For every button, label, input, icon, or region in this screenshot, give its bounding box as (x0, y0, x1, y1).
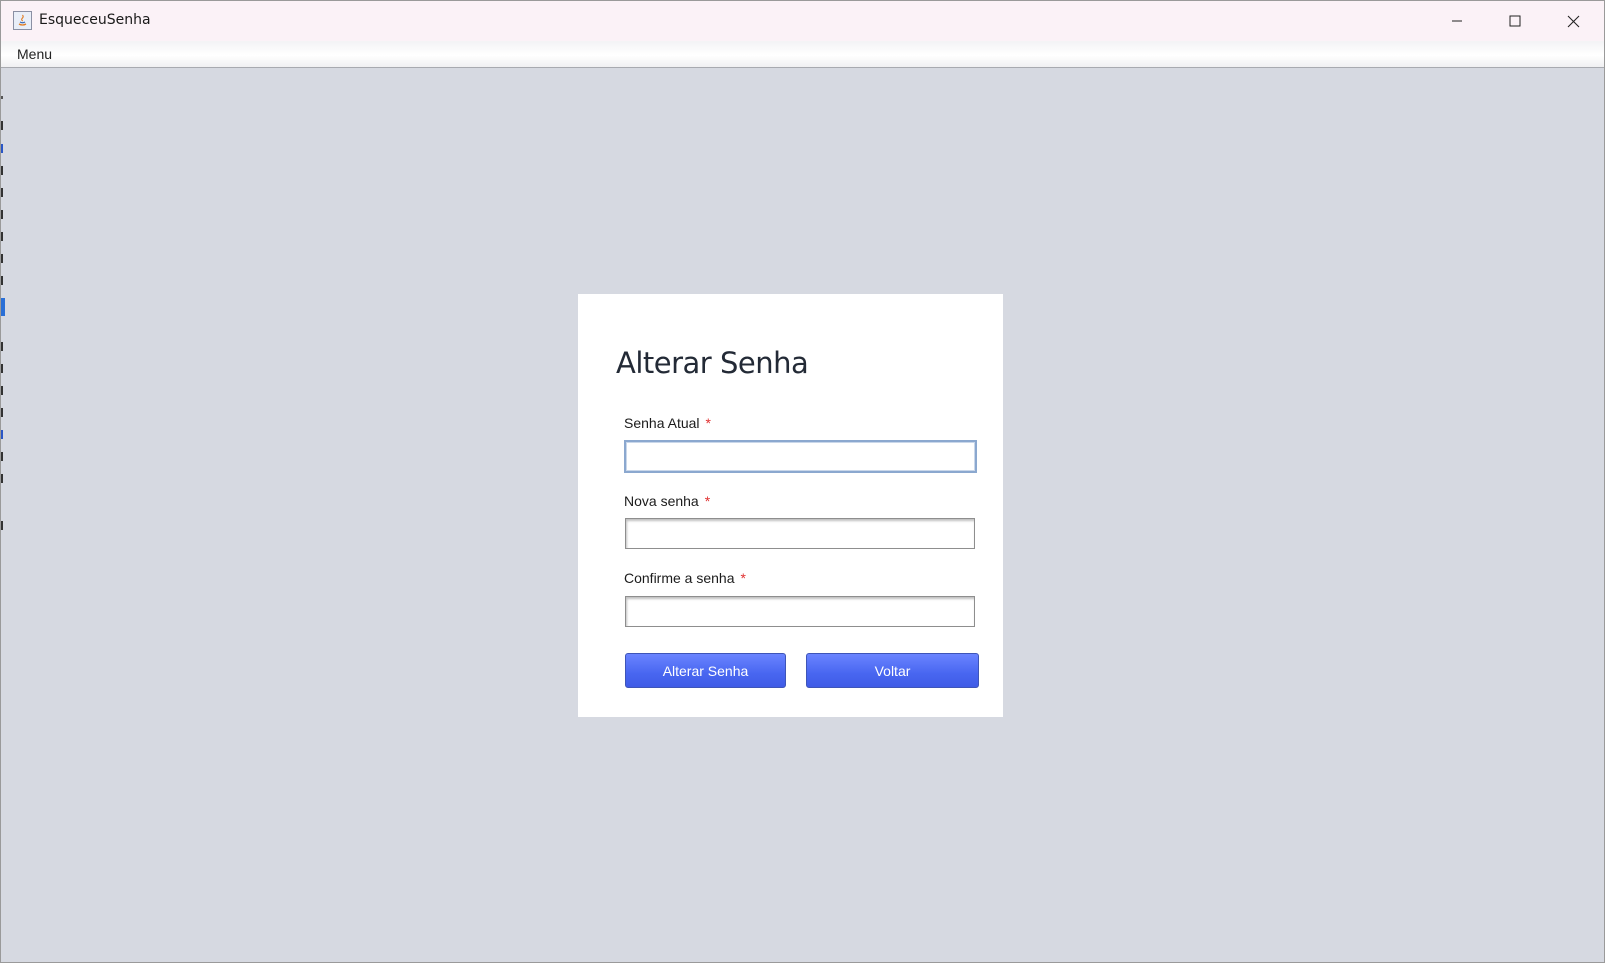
java-app-icon (13, 11, 32, 30)
confirm-password-label: Confirme a senha * (624, 570, 746, 586)
change-password-card: Alterar Senha Senha Atual * Nova senha * C… (578, 294, 1003, 717)
new-password-label-text: Nova senha (624, 493, 699, 509)
confirm-password-input[interactable] (625, 596, 975, 627)
window-title: EsqueceuSenha (39, 12, 151, 28)
maximize-icon (1509, 15, 1521, 27)
current-password-label: Senha Atual * (624, 415, 711, 431)
title-bar[interactable]: EsqueceuSenha (1, 1, 1604, 41)
close-icon (1567, 15, 1579, 27)
required-marker: * (704, 493, 711, 509)
maximize-button[interactable] (1486, 1, 1544, 41)
confirm-password-label-text: Confirme a senha (624, 570, 735, 586)
current-password-label-text: Senha Atual (624, 415, 700, 431)
current-password-input[interactable] (624, 440, 977, 473)
minimize-button[interactable] (1428, 1, 1486, 41)
new-password-input[interactable] (625, 518, 975, 549)
page-title: Alterar Senha (616, 346, 809, 380)
app-window: EsqueceuSenha Menu Alterar Senha Senha A… (0, 0, 1605, 963)
change-password-button[interactable]: Alterar Senha (625, 653, 786, 688)
menu-bar: Menu (1, 41, 1604, 68)
minimize-icon (1452, 20, 1462, 22)
new-password-label: Nova senha * (624, 493, 710, 509)
close-button[interactable] (1544, 1, 1602, 41)
background-window-edge (1, 96, 5, 546)
back-button[interactable]: Voltar (806, 653, 979, 688)
required-marker: * (740, 570, 746, 586)
required-marker: * (705, 415, 711, 431)
menu-item-menu[interactable]: Menu (10, 44, 59, 64)
